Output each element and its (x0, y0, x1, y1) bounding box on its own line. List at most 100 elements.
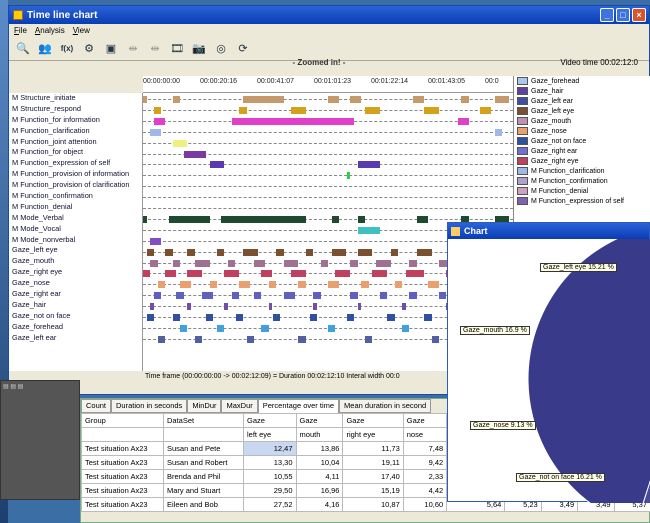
event-segment[interactable] (461, 96, 469, 103)
event-segment[interactable] (298, 281, 306, 289)
refresh-icon[interactable]: ⟳ (235, 41, 251, 57)
event-segment[interactable] (328, 281, 340, 289)
event-segment[interactable] (313, 292, 321, 300)
formula-icon[interactable]: f(x) (59, 41, 75, 57)
event-segment[interactable] (235, 314, 243, 321)
event-segment[interactable] (268, 303, 273, 311)
event-segment[interactable] (357, 215, 365, 223)
event-segment[interactable] (494, 128, 502, 136)
event-segment[interactable] (346, 172, 351, 180)
event-segment[interactable] (346, 314, 354, 321)
event-segment[interactable] (372, 270, 388, 278)
event-segment[interactable] (231, 292, 240, 300)
event-segment[interactable] (291, 270, 306, 278)
event-segment[interactable] (150, 237, 162, 245)
chart-title-bar[interactable]: Chart (448, 223, 649, 239)
event-segment[interactable] (209, 161, 225, 169)
event-segment[interactable] (268, 281, 277, 289)
event-segment[interactable] (224, 270, 240, 278)
event-segment[interactable] (309, 314, 317, 321)
event-segment[interactable] (328, 324, 336, 332)
pie-slice[interactable] (527, 227, 650, 523)
event-segment[interactable] (390, 248, 399, 256)
event-segment[interactable] (239, 281, 251, 289)
event-segment[interactable] (350, 259, 358, 267)
event-segment[interactable] (261, 270, 273, 278)
legend-item[interactable]: Gaze_mouth (514, 116, 650, 126)
event-segment[interactable] (357, 226, 380, 234)
stats-tab[interactable]: Percentage over time (257, 399, 340, 413)
event-segment[interactable] (413, 96, 425, 103)
event-segment[interactable] (272, 314, 280, 321)
event-segment[interactable] (365, 106, 380, 114)
event-segment[interactable] (146, 314, 155, 321)
event-segment[interactable] (298, 335, 306, 343)
event-segment[interactable] (143, 96, 147, 103)
event-segment[interactable] (194, 335, 203, 343)
camera-icon[interactable]: 📷 (191, 41, 207, 57)
event-segment[interactable] (350, 96, 362, 103)
event-segment[interactable] (187, 248, 195, 256)
event-segment[interactable] (172, 96, 180, 103)
event-segment[interactable] (335, 270, 351, 278)
event-segment[interactable] (283, 292, 295, 300)
event-segment[interactable] (439, 292, 447, 300)
event-segment[interactable] (424, 106, 439, 114)
legend-item[interactable]: Gaze_right eye (514, 156, 650, 166)
event-segment[interactable] (242, 96, 284, 103)
event-segment[interactable] (328, 96, 340, 103)
event-segment[interactable] (165, 270, 177, 278)
legend-item[interactable]: M Function_expression of self (514, 196, 650, 206)
event-segment[interactable] (157, 335, 166, 343)
event-segment[interactable] (231, 117, 354, 125)
legend-item[interactable]: Gaze_right ear (514, 146, 650, 156)
event-segment[interactable] (409, 259, 417, 267)
event-segment[interactable] (154, 117, 166, 125)
stats-tab[interactable]: Mean duration in second (339, 399, 432, 413)
event-segment[interactable] (150, 259, 158, 267)
event-segment[interactable] (239, 106, 247, 114)
legend-item[interactable]: M Function_confirmation (514, 176, 650, 186)
event-segment[interactable] (194, 259, 210, 267)
event-segment[interactable] (176, 292, 184, 300)
event-segment[interactable] (154, 106, 162, 114)
menu-file[interactable]: File (14, 26, 27, 35)
event-segment[interactable] (172, 139, 188, 147)
event-segment[interactable] (276, 248, 284, 256)
legend-item[interactable]: Gaze_forehead (514, 76, 650, 86)
event-segment[interactable] (187, 270, 203, 278)
event-segment[interactable] (209, 281, 217, 289)
event-segment[interactable] (172, 259, 180, 267)
event-segment[interactable] (150, 303, 155, 311)
legend-item[interactable]: Gaze_nose (514, 126, 650, 136)
event-segment[interactable] (228, 259, 236, 267)
event-segment[interactable] (291, 106, 306, 114)
event-segment[interactable] (350, 292, 358, 300)
event-segment[interactable] (180, 281, 192, 289)
event-segment[interactable] (150, 128, 162, 136)
event-segment[interactable] (357, 161, 380, 169)
event-segment[interactable] (220, 215, 306, 223)
minimize-button[interactable]: _ (600, 8, 614, 22)
monitor-icon[interactable]: ▣ (103, 41, 119, 57)
stats-tab[interactable]: MinDur (187, 399, 222, 413)
event-segment[interactable] (320, 259, 328, 267)
legend-item[interactable]: Gaze_hair (514, 86, 650, 96)
event-segment[interactable] (361, 281, 369, 289)
menu-view[interactable]: View (73, 26, 90, 35)
stats-tab[interactable]: Duration in seconds (111, 399, 188, 413)
event-segment[interactable] (379, 292, 388, 300)
filter-icon[interactable]: ⚙ (81, 41, 97, 57)
event-segment[interactable] (172, 314, 180, 321)
event-segment[interactable] (331, 248, 347, 256)
film-icon[interactable]: 🎞 (169, 41, 185, 57)
event-segment[interactable] (357, 303, 362, 311)
event-segment[interactable] (365, 335, 373, 343)
event-segment[interactable] (431, 335, 439, 343)
maximize-button[interactable]: □ (616, 8, 630, 22)
event-segment[interactable] (261, 324, 269, 332)
event-segment[interactable] (427, 281, 439, 289)
legend-item[interactable]: Gaze_left ear (514, 96, 650, 106)
event-segment[interactable] (165, 248, 173, 256)
event-segment[interactable] (416, 248, 432, 256)
